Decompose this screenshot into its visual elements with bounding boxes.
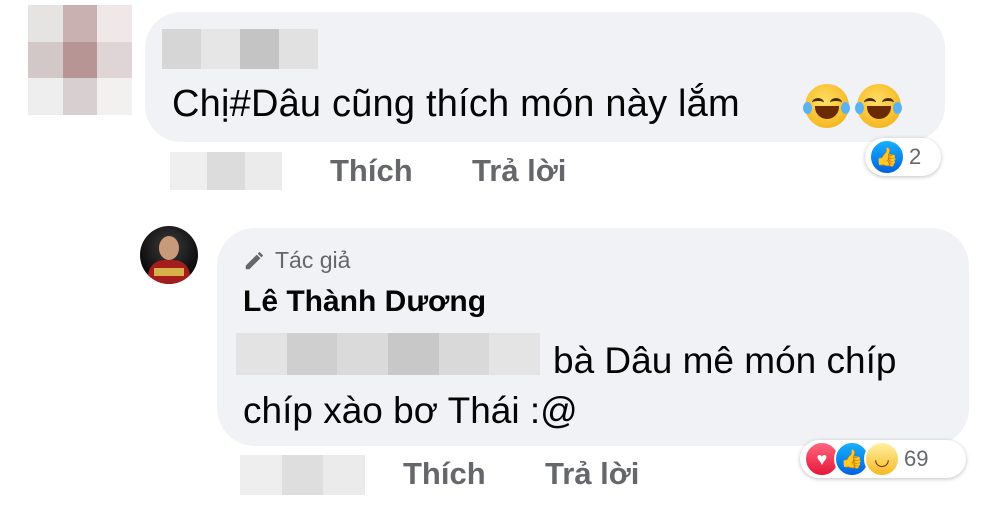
reply-action[interactable]: Trả lời (545, 456, 639, 492)
haha-reaction-icon: ◡ (864, 441, 900, 477)
pencil-icon (245, 251, 264, 269)
reaction-count: 69 (904, 446, 929, 471)
author-badge: Tác giả (243, 247, 350, 274)
blurred-commenter-name[interactable] (162, 29, 318, 69)
blurred-timestamp (240, 455, 365, 495)
blurred-avatar[interactable] (28, 5, 132, 115)
like-reaction-icon: 👍 (869, 139, 905, 175)
like-action[interactable]: Thích (403, 456, 486, 492)
author-avatar[interactable] (140, 226, 198, 284)
rofl-emoji-icon (855, 84, 902, 128)
author-name[interactable]: Lê Thành Dương (243, 285, 486, 319)
reaction-count: 2 (909, 144, 922, 169)
like-action[interactable]: Thích (330, 153, 413, 189)
reaction-summary[interactable]: ♥ 👍 ◡ 69 (800, 440, 966, 478)
author-badge-label: Tác giả (275, 247, 351, 273)
comment-text: Chị#Dâu cũng thích món này lắm (172, 83, 740, 125)
rofl-emoji-icon (803, 84, 850, 128)
reply-action[interactable]: Trả lời (472, 153, 566, 189)
reaction-summary[interactable]: 👍 2 (865, 138, 941, 176)
blurred-mention[interactable] (236, 333, 540, 375)
reply-text-line1: bà Dâu mê món chíp (553, 340, 897, 381)
reply-text-line2: chíp xào bơ Thái :@ (243, 390, 578, 431)
blurred-timestamp (170, 152, 282, 190)
